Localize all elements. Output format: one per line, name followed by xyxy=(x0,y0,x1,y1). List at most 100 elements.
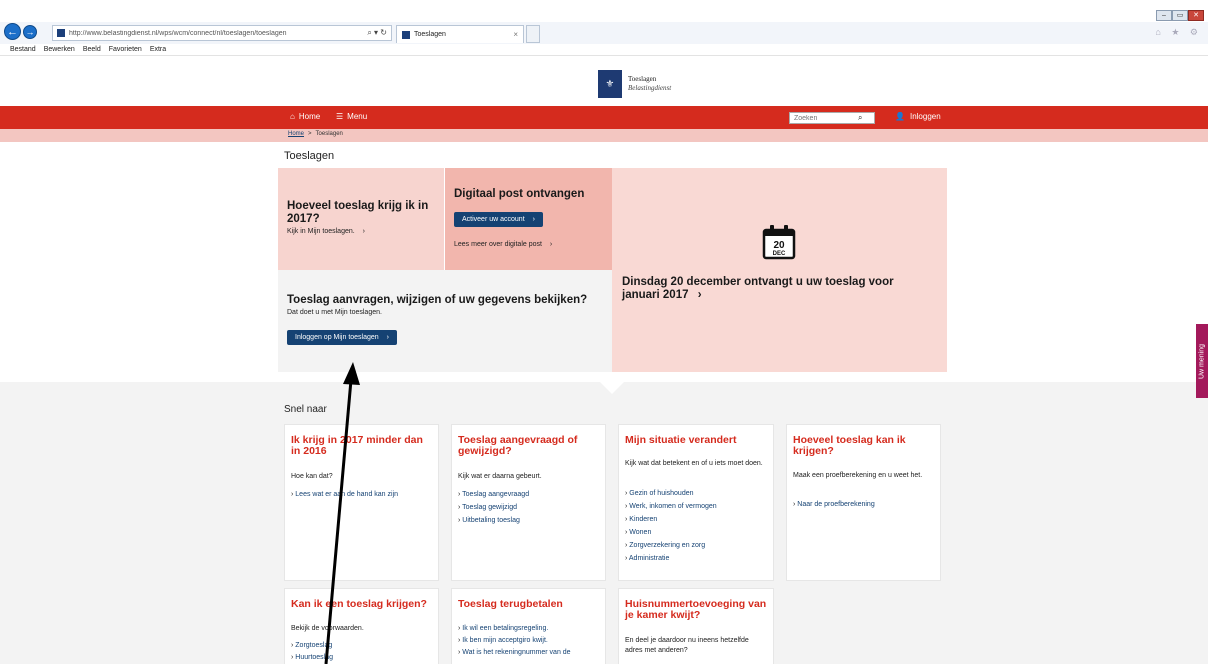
list-item[interactable]: Naar de proefberekening xyxy=(793,498,936,511)
card-huisnummertoevoeging: Huisnummertoevoeging van je kamer kwijt?… xyxy=(618,588,774,664)
tab-close-icon[interactable]: × xyxy=(513,30,518,39)
list-item[interactable]: Wat is het rekeningnummer van de xyxy=(458,647,601,659)
close-window-icon[interactable]: ✕ xyxy=(1188,10,1204,21)
address-tools-icon[interactable]: ⌕ ▾ ↻ xyxy=(367,28,391,38)
login-mijn-toeslagen-button[interactable]: Inloggen op Mijn toeslagen › xyxy=(287,330,397,345)
tile-hoeveel-link[interactable]: Kijk in Mijn toeslagen. › xyxy=(287,228,365,235)
login-mijn-toeslagen-label: Inloggen op Mijn toeslagen xyxy=(295,334,379,341)
snel-naar-heading: Snel naar xyxy=(284,404,327,415)
menu-bewerken[interactable]: Bewerken xyxy=(44,46,75,53)
browser-tab[interactable]: Toeslagen × xyxy=(396,25,524,43)
address-url[interactable]: http://www.belastingdienst.nl/wps/wcm/co… xyxy=(69,30,363,37)
calendar-icon: 20 DEC xyxy=(762,225,796,260)
card-title[interactable]: Hoeveel toeslag kan ik krijgen? xyxy=(793,435,934,457)
tile-digitaal-title: Digitaal post ontvangen xyxy=(454,188,585,200)
card-title[interactable]: Huisnummertoevoeging van je kamer kwijt? xyxy=(625,599,767,621)
calendar-month: DEC xyxy=(773,251,786,257)
list-item[interactable]: Gezin of huishouden xyxy=(625,487,769,500)
chevron-right-icon: › xyxy=(549,241,553,248)
tab-title: Toeslagen xyxy=(414,31,446,38)
logo-line2: Belastingdienst xyxy=(628,84,672,92)
site-logo[interactable]: ⚜ Toeslagen Belastingdienst xyxy=(598,70,671,98)
tile-digitaal-post: Digitaal post ontvangen Activeer uw acco… xyxy=(445,168,612,270)
menu-extra[interactable]: Extra xyxy=(150,46,166,53)
card-intro: Hoe kan dat? xyxy=(291,473,333,480)
nav-home-label: Home xyxy=(298,112,321,121)
tile-aanvragen-sub: Dat doet u met Mijn toeslagen. xyxy=(287,309,382,316)
list-item[interactable]: Uitbetaling toeslag xyxy=(458,514,601,527)
tile-datum-title-text: Dinsdag 20 december ontvangt u uw toesla… xyxy=(622,276,894,301)
maximize-icon[interactable]: ▭ xyxy=(1172,10,1188,21)
browser-menubar: Bestand Bewerken Beeld Favorieten Extra xyxy=(0,44,1208,56)
browser-right-icons[interactable]: ⌂ ★ ⚙ xyxy=(1155,27,1202,38)
menu-beeld[interactable]: Beeld xyxy=(83,46,101,53)
search-icon[interactable]: ⌕ xyxy=(858,113,862,123)
user-icon: 👤 xyxy=(895,112,905,121)
card-intro: Kijk wat er daarna gebeurt. xyxy=(458,473,542,480)
list-item[interactable]: Ik ben mijn acceptgiro kwijt. xyxy=(458,635,601,647)
card-links: Ik wil een betalingsregeling. Ik ben mij… xyxy=(458,623,601,659)
breadcrumb-separator: > xyxy=(308,131,312,137)
card-title[interactable]: Kan ik een toeslag krijgen? xyxy=(291,599,432,610)
nav-menu[interactable]: ☰ Menu xyxy=(336,112,367,121)
card-intro: Maak een proefberekening en u weet het. xyxy=(793,472,923,479)
digitale-post-link-text: Lees meer over digitale post xyxy=(454,241,542,248)
chevron-right-icon: › xyxy=(697,289,702,301)
card-hoeveel-krijgen: Hoeveel toeslag kan ik krijgen? Maak een… xyxy=(786,424,941,581)
digitale-post-link[interactable]: Lees meer over digitale post › xyxy=(454,241,552,248)
tile-datum-title: Dinsdag 20 december ontvangt u uw toesla… xyxy=(622,276,932,302)
card-links: Gezin of huishouden Werk, inkomen of ver… xyxy=(625,487,769,565)
search-box: ⌕ xyxy=(789,112,875,124)
list-item[interactable]: Lees wat er aan de hand kan zijn xyxy=(291,488,434,501)
forward-button[interactable]: → xyxy=(23,25,37,39)
site-favicon-icon xyxy=(57,29,65,37)
minimize-icon[interactable]: ‒ xyxy=(1156,10,1172,21)
activate-account-button[interactable]: Activeer uw account › xyxy=(454,212,543,227)
card-title[interactable]: Toeslag aangevraagd of gewijzigd? xyxy=(458,435,599,457)
tile-toeslag-aanvragen: Toeslag aanvragen, wijzigen of uw gegeve… xyxy=(278,270,612,372)
tile-aanvragen-title: Toeslag aanvragen, wijzigen of uw gegeve… xyxy=(287,294,588,306)
card-title[interactable]: Ik krijg in 2017 minder dan in 2016 xyxy=(291,435,432,457)
activate-account-label: Activeer uw account xyxy=(462,216,525,223)
login-link[interactable]: 👤 Inloggen xyxy=(895,112,941,121)
menu-favorieten[interactable]: Favorieten xyxy=(109,46,142,53)
list-item[interactable]: Administratie xyxy=(625,552,769,565)
list-item[interactable]: Zorgverzekering en zorg xyxy=(625,539,769,552)
crest-icon: ⚜ xyxy=(598,70,622,98)
card-title[interactable]: Toeslag terugbetalen xyxy=(458,599,599,610)
list-item[interactable]: Werk, inkomen of vermogen xyxy=(625,500,769,513)
list-item[interactable]: Wonen xyxy=(625,526,769,539)
address-bar[interactable]: http://www.belastingdienst.nl/wps/wcm/co… xyxy=(52,25,392,41)
list-item[interactable]: Toeslag gewijzigd xyxy=(458,501,601,514)
window-controls: ‒ ▭ ✕ xyxy=(1156,10,1204,21)
breadcrumb-home[interactable]: Home xyxy=(288,131,304,137)
back-button[interactable]: ← xyxy=(4,23,21,40)
card-terugbetalen: Toeslag terugbetalen Ik wil een betaling… xyxy=(451,588,606,664)
card-aangevraagd-gewijzigd: Toeslag aangevraagd of gewijzigd? Kijk w… xyxy=(451,424,606,581)
card-links: Toeslag aangevraagd Toeslag gewijzigd Ui… xyxy=(458,488,601,527)
list-item[interactable]: Kinderen xyxy=(625,513,769,526)
card-intro: En deel je daardoor nu ineens hetzelfde … xyxy=(625,637,749,654)
page-title: Toeslagen xyxy=(284,150,335,162)
feedback-tab[interactable]: Uw mening xyxy=(1196,324,1208,398)
login-label: Inloggen xyxy=(909,112,941,121)
tile-hoeveel-title: Hoeveel toeslag krijg ik in 2017? xyxy=(287,200,429,225)
list-item[interactable]: Zorgtoeslag xyxy=(291,640,434,652)
new-tab-button[interactable] xyxy=(526,25,540,43)
menu-bestand[interactable]: Bestand xyxy=(10,46,36,53)
list-item[interactable]: Huurtoeslag xyxy=(291,652,434,664)
search-input[interactable] xyxy=(794,114,858,122)
tile-uitbetaling-datum[interactable]: Dinsdag 20 december ontvangt u uw toesla… xyxy=(612,168,947,372)
card-situatie-verandert: Mijn situatie verandert Kijk wat dat bet… xyxy=(618,424,774,581)
nav-home[interactable]: ⌂ Home xyxy=(290,112,320,121)
list-item[interactable]: Toeslag aangevraagd xyxy=(458,488,601,501)
chevron-right-icon: › xyxy=(362,228,365,235)
card-links: Zorgtoeslag Huurtoeslag xyxy=(291,640,434,664)
list-item[interactable]: Ik wil een betalingsregeling. xyxy=(458,623,601,635)
card-intro: Bekijk de voorwaarden. xyxy=(291,625,364,632)
card-title[interactable]: Mijn situatie verandert xyxy=(625,435,767,446)
tile-hoeveel-toeslag[interactable]: Hoeveel toeslag krijg ik in 2017? Kijk i… xyxy=(278,168,444,270)
calendar-day: 20 xyxy=(773,240,785,251)
card-intro: Kijk wat dat betekent en of u iets moet … xyxy=(625,460,763,467)
main-nav-bar xyxy=(0,106,1208,129)
